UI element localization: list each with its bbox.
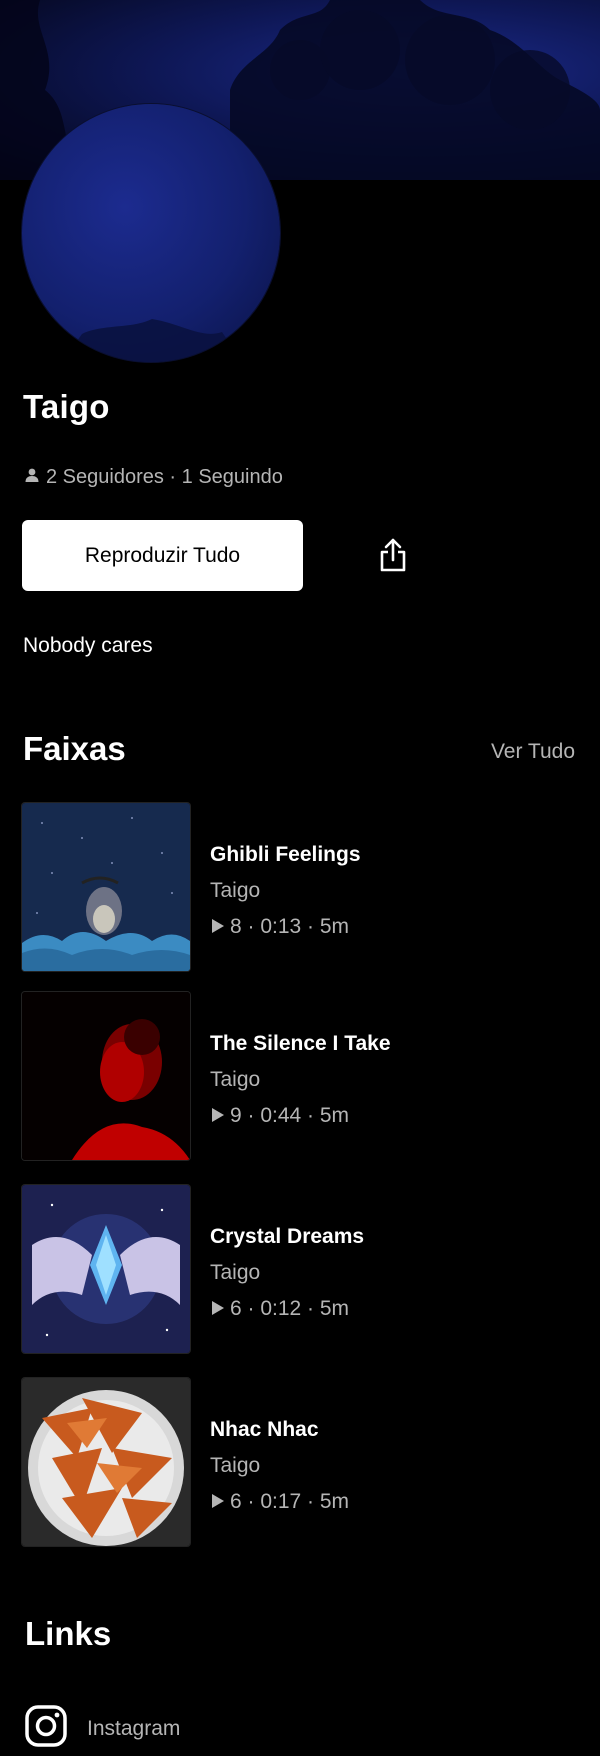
track-stats-text: 6 · 0:17 · 5m	[230, 1490, 350, 1513]
play-all-button[interactable]: Reproduzir Tudo	[22, 520, 303, 591]
track-artist[interactable]: Taigo	[210, 1261, 260, 1285]
instagram-icon	[25, 1705, 67, 1752]
link-item-instagram[interactable]: Instagram	[25, 1705, 180, 1752]
play-count-icon	[212, 1490, 224, 1514]
track-stats: 6 · 0:17 · 5m	[212, 1490, 349, 1514]
avatar	[22, 104, 280, 362]
track-stats: 9 · 0:44 · 5m	[212, 1104, 349, 1128]
track-cover-image	[22, 992, 190, 1160]
track-artist[interactable]: Taigo	[210, 1454, 260, 1478]
track-item[interactable]: Nhac Nhac Taigo 6 · 0:17 · 5m	[22, 1378, 582, 1548]
track-stats-text: 8 · 0:13 · 5m	[230, 915, 350, 938]
link-label: Instagram	[87, 1716, 181, 1740]
track-stats: 6 · 0:12 · 5m	[212, 1297, 349, 1321]
track-item[interactable]: Ghibli Feelings Taigo 8 · 0:13 · 5m	[22, 803, 582, 973]
track-stats: 8 · 0:13 · 5m	[212, 915, 349, 939]
track-title[interactable]: Nhac Nhac	[210, 1418, 319, 1442]
track-item[interactable]: The Silence I Take Taigo 9 · 0:44 · 5m	[22, 992, 582, 1162]
profile-name: Taigo	[23, 388, 110, 425]
share-icon[interactable]	[378, 537, 408, 573]
track-title[interactable]: The Silence I Take	[210, 1032, 391, 1056]
track-title[interactable]: Crystal Dreams	[210, 1225, 364, 1249]
track-stats-text: 9 · 0:44 · 5m	[230, 1104, 350, 1127]
followers-info[interactable]: 2 Seguidores · 1 Seguindo	[24, 466, 283, 489]
links-section-title: Links	[25, 1615, 112, 1652]
play-count-icon	[212, 1297, 224, 1321]
track-stats-text: 6 · 0:12 · 5m	[230, 1297, 350, 1320]
tracks-section-title: Faixas	[23, 730, 126, 767]
track-artist[interactable]: Taigo	[210, 1068, 260, 1092]
track-cover-image	[22, 803, 190, 971]
followers-text: 2 Seguidores · 1 Seguindo	[46, 466, 283, 488]
track-cover-image	[22, 1185, 190, 1353]
person-icon	[24, 466, 40, 489]
track-artist[interactable]: Taigo	[210, 879, 260, 903]
profile-bio: Nobody cares	[23, 634, 153, 657]
track-item[interactable]: Crystal Dreams Taigo 6 · 0:12 · 5m	[22, 1185, 582, 1355]
play-count-icon	[212, 1104, 224, 1128]
track-cover-image	[22, 1378, 190, 1546]
track-title[interactable]: Ghibli Feelings	[210, 843, 361, 867]
see-all-tracks-link[interactable]: Ver Tudo	[491, 740, 575, 764]
play-count-icon	[212, 915, 224, 939]
